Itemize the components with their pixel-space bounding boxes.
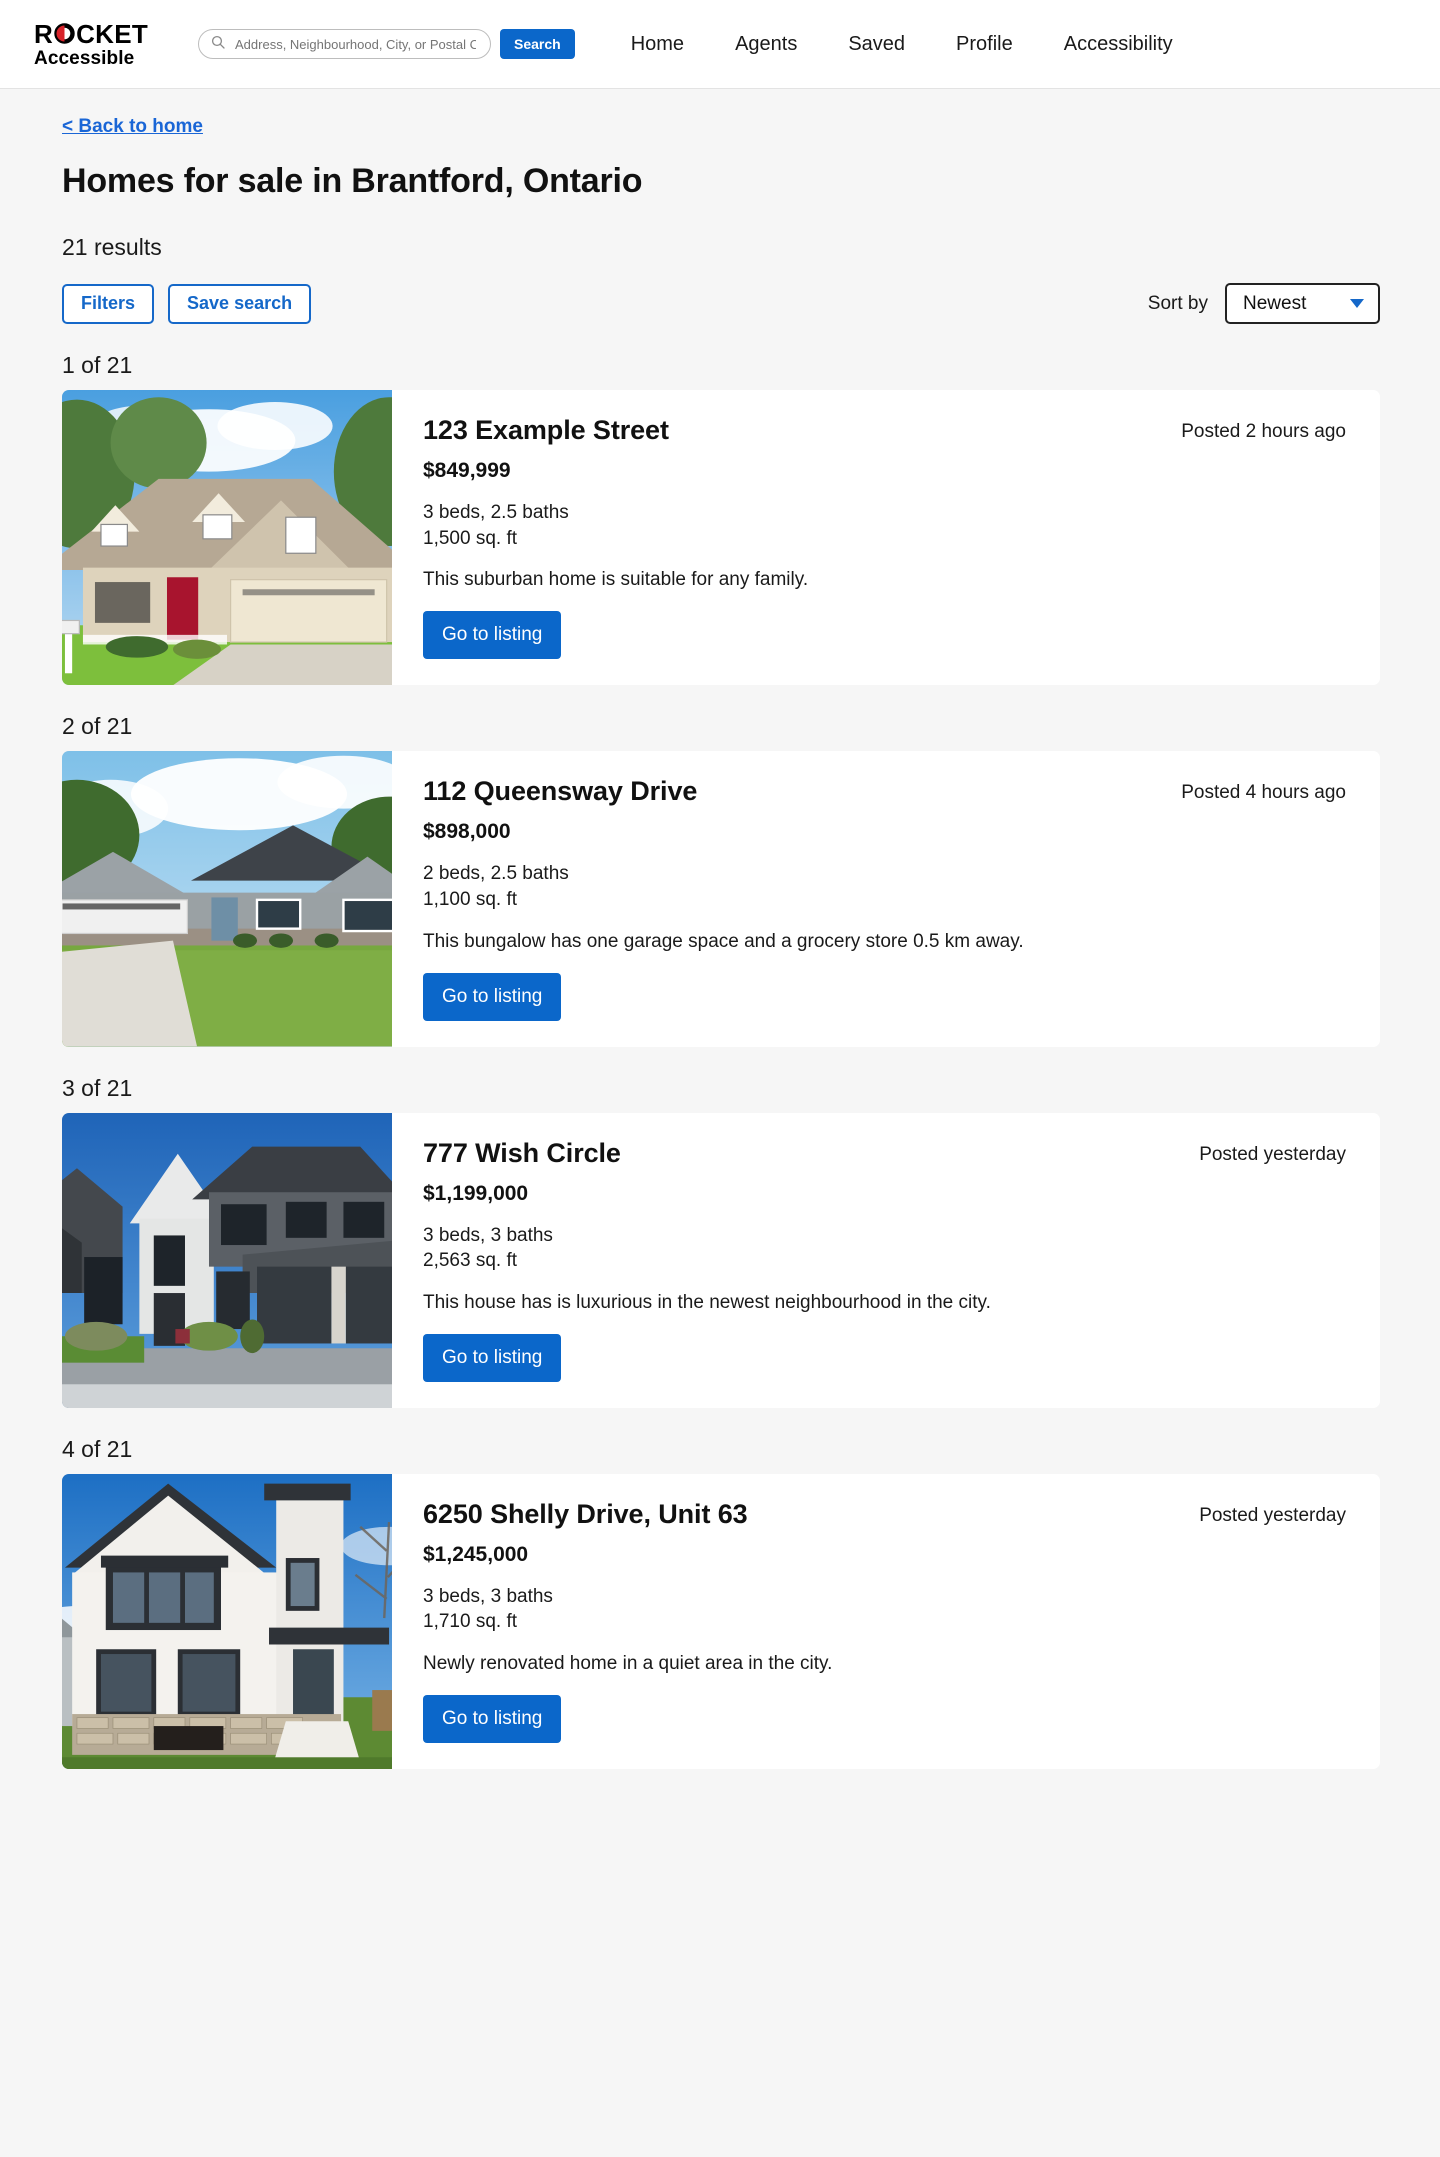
- listing-price: $849,999: [423, 459, 511, 482]
- logo-wordmark-top: R CKET: [34, 21, 174, 47]
- nav-profile[interactable]: Profile: [956, 33, 1013, 56]
- listing-beds-baths: 3 beds, 3 baths: [423, 1585, 553, 1607]
- listing-block: 3 of 21 777 Wish Circle Posted yesterday…: [62, 1075, 1380, 1408]
- page-title: Homes for sale in Brantford, Ontario: [62, 162, 643, 200]
- listing-details: 112 Queensway Drive Posted 4 hours ago $…: [392, 751, 1380, 1046]
- sort-by-label: Sort by: [1147, 292, 1208, 314]
- nav-agents[interactable]: Agents: [735, 33, 797, 56]
- listing-details: 123 Example Street Posted 2 hours ago $8…: [392, 390, 1380, 685]
- listing-address: 112 Queensway Drive: [423, 776, 698, 807]
- sort-by-value: Newest: [1243, 292, 1307, 314]
- site-header: R CKET Accessible Search Home Agen: [0, 0, 1440, 89]
- results-count: 21 results: [62, 234, 162, 260]
- listing-header-row: 112 Queensway Drive Posted 4 hours ago: [423, 776, 1350, 807]
- go-to-listing-button[interactable]: Go to listing: [423, 611, 562, 660]
- listing-photo[interactable]: [62, 1473, 392, 1770]
- listing-card[interactable]: 112 Queensway Drive Posted 4 hours ago $…: [62, 751, 1380, 1047]
- listing-details: 6250 Shelly Drive, Unit 63 Posted yester…: [392, 1474, 1380, 1769]
- listing-area: 1,710 sq. ft: [423, 1611, 518, 1633]
- rocket-o-ring-icon: [54, 23, 75, 44]
- logo-text-r: R: [34, 18, 54, 49]
- listing-description: This house has is luxurious in the newes…: [423, 1291, 991, 1313]
- listing-block: 1 of 21 123 Example Street Posted 2 hour…: [62, 352, 1380, 686]
- search-input[interactable]: [233, 35, 478, 53]
- listing-address: 777 Wish Circle: [423, 1137, 621, 1168]
- page-content: < Back to home Homes for sale in Brantfo…: [0, 89, 1440, 1805]
- listing-price: $1,245,000: [423, 1542, 529, 1566]
- listing-block: 2 of 21 112 Queensway Drive Posted 4 hou…: [62, 713, 1380, 1047]
- listing-posted-time: Posted yesterday: [1199, 1143, 1346, 1165]
- controls-row: Filters Save search Sort by Newest: [62, 283, 1380, 324]
- listing-index: 4 of 21: [62, 1435, 133, 1462]
- sort-group: Sort by Newest: [1148, 283, 1380, 324]
- nav-saved[interactable]: Saved: [848, 33, 905, 56]
- listing-index: 1 of 21: [62, 352, 133, 378]
- search-input-wrapper[interactable]: [198, 29, 491, 59]
- listing-area: 1,100 sq. ft: [423, 888, 518, 910]
- listing-specs: 3 beds, 2.5 baths 1,500 sq. ft: [423, 500, 1350, 551]
- listing-price: $1,199,000: [423, 1181, 529, 1205]
- listing-specs: 3 beds, 3 baths 2,563 sq. ft: [423, 1223, 1350, 1274]
- go-to-listing-button[interactable]: Go to listing: [423, 972, 562, 1021]
- listing-card[interactable]: 6250 Shelly Drive, Unit 63 Posted yester…: [62, 1473, 1380, 1770]
- listing-posted-time: Posted yesterday: [1199, 1504, 1346, 1526]
- listing-specs: 2 beds, 2.5 baths 1,100 sq. ft: [423, 861, 1350, 912]
- listing-beds-baths: 2 beds, 2.5 baths: [423, 863, 569, 885]
- listing-area: 2,563 sq. ft: [423, 1250, 518, 1272]
- listing-header-row: 777 Wish Circle Posted yesterday: [423, 1138, 1350, 1169]
- back-to-home-link[interactable]: < Back to home: [62, 116, 203, 138]
- primary-nav: Home Agents Saved Profile Accessibility: [631, 33, 1173, 56]
- filters-button[interactable]: Filters: [62, 283, 155, 324]
- logo-wordmark-sub: Accessible: [34, 47, 135, 69]
- nav-accessibility[interactable]: Accessibility: [1064, 33, 1173, 56]
- listing-specs: 3 beds, 3 baths 1,710 sq. ft: [423, 1584, 1350, 1635]
- sort-by-select[interactable]: Newest: [1225, 283, 1380, 324]
- listing-beds-baths: 3 beds, 2.5 baths: [423, 502, 569, 523]
- listing-block: 4 of 21 6250 Shelly Drive, Unit 63 Poste…: [62, 1435, 1380, 1770]
- listing-card[interactable]: 123 Example Street Posted 2 hours ago $8…: [62, 390, 1380, 686]
- go-to-listing-button[interactable]: Go to listing: [423, 1333, 562, 1382]
- listing-posted-time: Posted 4 hours ago: [1181, 782, 1346, 804]
- page-bottom-spacer: [62, 1769, 1380, 1805]
- listing-description: This bungalow has one garage space and a…: [423, 930, 1024, 952]
- listing-photo[interactable]: [62, 390, 392, 686]
- listing-area: 1,500 sq. ft: [423, 527, 518, 549]
- listing-photo[interactable]: [62, 751, 392, 1047]
- listing-card[interactable]: 777 Wish Circle Posted yesterday $1,199,…: [62, 1112, 1380, 1408]
- listing-index: 2 of 21: [62, 713, 133, 740]
- listing-details: 777 Wish Circle Posted yesterday $1,199,…: [392, 1113, 1380, 1408]
- listing-description: Newly renovated home in a quiet area in …: [423, 1653, 833, 1675]
- listing-description: This suburban home is suitable for any f…: [423, 569, 809, 591]
- listing-header-row: 6250 Shelly Drive, Unit 63 Posted yester…: [423, 1499, 1350, 1530]
- listing-beds-baths: 3 beds, 3 baths: [423, 1224, 553, 1246]
- listing-address: 123 Example Street: [423, 415, 669, 445]
- nav-home[interactable]: Home: [631, 33, 684, 56]
- chevron-down-icon: [1350, 299, 1364, 308]
- listing-photo[interactable]: [62, 1112, 392, 1408]
- search-area: Search: [198, 29, 575, 59]
- listing-address: 6250 Shelly Drive, Unit 63: [423, 1498, 748, 1529]
- listing-price: $898,000: [423, 820, 511, 844]
- brand-logo[interactable]: R CKET Accessible: [34, 21, 174, 68]
- save-search-button[interactable]: Save search: [168, 283, 312, 324]
- go-to-listing-button[interactable]: Go to listing: [423, 1695, 562, 1744]
- search-icon: [211, 35, 225, 54]
- search-button[interactable]: Search: [500, 29, 575, 59]
- logo-text-cket: CKET: [76, 18, 149, 49]
- listing-header-row: 123 Example Street Posted 2 hours ago: [423, 415, 1350, 446]
- listing-posted-time: Posted 2 hours ago: [1181, 421, 1346, 442]
- listing-index: 3 of 21: [62, 1074, 133, 1101]
